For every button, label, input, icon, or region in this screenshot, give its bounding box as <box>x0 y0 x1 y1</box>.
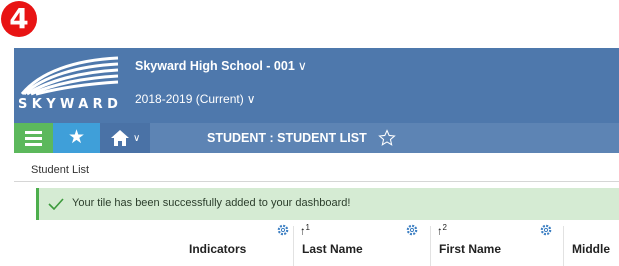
skyward-logo[interactable]: SKYWARD <box>14 48 132 123</box>
column-label: First Name <box>439 242 502 256</box>
school-selector[interactable]: Skyward High School - 001 ∨ <box>135 58 307 73</box>
chevron-down-icon: ∨ <box>297 59 307 73</box>
add-to-dashboard-star-icon[interactable] <box>378 129 396 147</box>
breadcrumb[interactable]: Student List <box>31 164 89 176</box>
column-middle[interactable]: Middle <box>564 222 619 266</box>
chevron-down-icon: ∨ <box>246 92 256 106</box>
home-button[interactable]: ∨ <box>100 123 150 153</box>
column-first-name[interactable]: ↑2 First Name <box>431 222 563 266</box>
column-last-name[interactable]: ↑1 Last Name <box>294 222 430 266</box>
column-label: Middle <box>572 242 610 256</box>
divider <box>14 181 619 182</box>
logo-text: SKYWARD <box>18 97 123 112</box>
school-name: Skyward High School - 001 <box>135 59 295 73</box>
sort-order: 2 <box>442 223 447 232</box>
gear-icon[interactable] <box>277 224 289 236</box>
sort-ascending-indicator: ↑2 <box>437 223 447 238</box>
navigation-bar: ★ ∨ STUDENT : STUDENT LIST <box>14 123 619 153</box>
sort-order: 1 <box>305 223 310 232</box>
notification-message: Your tile has been successfully added to… <box>72 197 351 209</box>
page-title: STUDENT : STUDENT LIST <box>207 131 367 145</box>
column-label: Last Name <box>302 242 363 256</box>
chevron-down-icon: ∨ <box>133 133 141 144</box>
school-year-selector[interactable]: 2018-2019 (Current) ∨ <box>135 92 256 106</box>
home-icon <box>111 130 129 146</box>
hamburger-icon <box>25 137 42 140</box>
hamburger-icon <box>25 143 42 146</box>
school-year: 2018-2019 (Current) <box>135 92 244 106</box>
gear-icon[interactable] <box>406 224 418 236</box>
sort-ascending-indicator: ↑1 <box>300 223 310 238</box>
favorites-button[interactable]: ★ <box>53 123 100 153</box>
menu-button[interactable] <box>14 123 53 153</box>
column-label: Indicators <box>189 242 247 256</box>
checkmark-icon <box>48 198 64 210</box>
gear-icon[interactable] <box>540 224 552 236</box>
hamburger-icon <box>25 131 42 134</box>
step-number-badge: 4 <box>1 1 37 37</box>
student-grid-header: Indicators ↑1 Last Name ↑2 First Name Mi… <box>36 222 619 266</box>
success-notification: Your tile has been successfully added to… <box>36 188 619 220</box>
top-header: SKYWARD Skyward High School - 001 ∨ 2018-… <box>14 48 619 123</box>
star-icon: ★ <box>67 127 86 148</box>
swoosh-logo-icon <box>20 56 119 96</box>
column-indicators[interactable]: Indicators <box>181 222 296 266</box>
